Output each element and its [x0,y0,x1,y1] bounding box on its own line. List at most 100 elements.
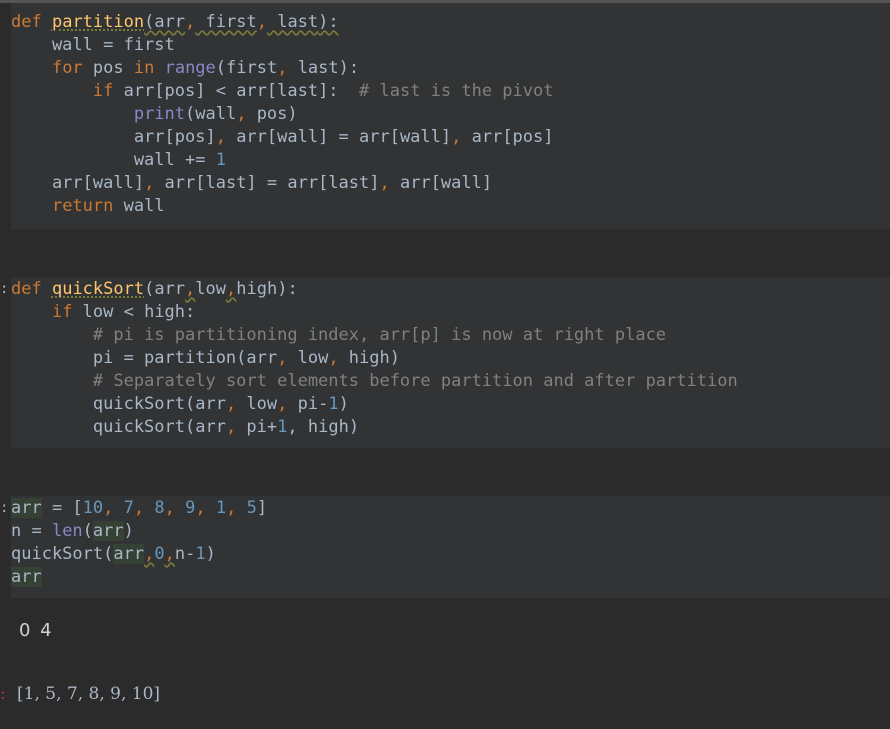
code-token: , [144,544,155,564]
code-token: arr[wall] [11,173,145,193]
code-cell-quicksort[interactable]: : def quickSort(arr,low,high): if low < h… [0,277,890,448]
code-token: low [236,394,278,414]
code-line: n = len(arr) [11,520,134,543]
code-token: def [11,279,42,299]
code-token: ] [256,498,268,518]
code-token: , [379,173,390,193]
code-token: arr[pos] < arr[last]: [113,81,360,101]
code-token: # pi is partitioning index, arr[p] is no… [92,325,667,345]
code-token: , [103,498,114,518]
output-prompt: : [0,684,6,704]
code-token: first [195,12,257,32]
code-token: pos [82,58,134,78]
code-token: (arr [144,12,186,32]
code-token: # Separately sort elements before partit… [92,371,738,391]
code-token: quickSort(arr [11,394,226,414]
code-token: arr [11,567,42,587]
code-line: arr [11,566,42,589]
code-token: 7 [123,498,134,518]
code-token: , [225,417,237,437]
code-line: return wall [11,195,165,218]
cell-prompt: : [0,500,9,516]
code-line: arr[wall], arr[last] = arr[last], arr[wa… [11,172,492,195]
code-token: len [51,521,83,541]
cell-prompt: : [0,281,9,297]
code-token: , [215,127,226,147]
code-token: , [133,498,145,518]
code-token: return [51,196,114,216]
code-token: pi- [287,394,329,414]
code-token: , [256,12,267,32]
code-token: arr[last] = arr[last] [154,173,380,193]
code-token: range [164,58,216,78]
code-line: quickSort(arr,0,n-1) [11,543,216,566]
code-token: arr[wall] = arr[wall] [225,127,452,147]
code-line: quickSort(arr, low, pi-1) [11,393,349,416]
code-token: n = [11,521,52,541]
code-token: in [133,58,155,78]
code-cell-driver[interactable]: : arr = [10, 7, 8, 9, 1, 5] n = len(arr) qu… [0,496,890,598]
code-token: quickSort [51,279,145,299]
code-line: def partition(arr, first, last): [11,11,339,34]
code-token: , [328,348,339,368]
code-token: ) [205,544,216,564]
code-token: 1 [328,394,339,414]
code-token: arr [113,544,145,564]
code-token: pos) [246,104,298,124]
code-token: , [185,12,196,32]
code-token: , [451,127,462,147]
code-token: 1 [277,417,288,437]
code-token: ) [338,394,349,414]
code-line: def quickSort(arr,low,high): [11,278,298,301]
code-token: ): [318,12,339,32]
code-token: high) [338,348,400,368]
code-token: , [164,498,175,518]
code-token: 9 [185,498,196,518]
code-token: if [51,302,73,322]
code-token: , [226,498,237,518]
code-token: arr[wall] [389,173,493,193]
code-token: , [287,417,298,437]
result-output: [1, 5, 7, 8, 9, 10] [17,684,161,704]
code-token: high) [297,417,360,437]
code-token: , [277,394,288,414]
code-token: pi+ [236,417,278,437]
code-line: # Separately sort elements before partit… [11,370,738,393]
code-token: low < high: [72,302,196,322]
code-token: 10 [82,498,104,518]
code-token: n- [174,544,196,564]
code-line: quickSort(arr, pi+1, high) [11,416,359,439]
code-token: 1 [215,150,226,170]
print-output: 0 4 [19,620,54,641]
code-cell-partition[interactable]: def partition(arr, first, last): wall = … [11,3,890,229]
code-token: , [226,279,237,299]
code-token: # last is the pivot [359,81,554,101]
code-token: = [ [41,498,83,518]
code-token: low [195,279,227,299]
code-token: last [266,12,319,32]
code-token: wall [113,196,165,216]
code-token: if [92,81,114,101]
code-token: quickSort(arr [11,417,226,437]
code-token: for [51,58,83,78]
code-token: last): [287,58,360,78]
code-line: if low < high: [11,301,195,324]
code-line: arr = [10, 7, 8, 9, 1, 5] [11,497,267,520]
code-token: , [185,279,196,299]
code-token: , [277,348,288,368]
code-token: , [144,173,155,193]
code-token: 1 [195,544,206,564]
code-token: 8 [154,498,165,518]
